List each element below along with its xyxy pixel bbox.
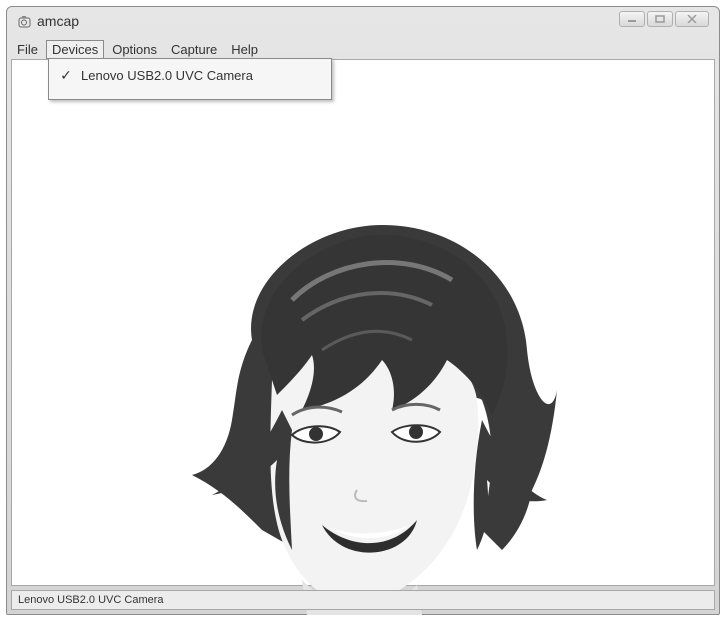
title-bar[interactable]: amcap	[7, 7, 719, 37]
devices-dropdown-menu: ✓ Lenovo USB2.0 UVC Camera	[48, 58, 332, 100]
menu-devices[interactable]: Devices	[45, 39, 105, 59]
minimize-icon[interactable]	[619, 11, 645, 27]
camera-preview-face-illustration	[192, 225, 557, 615]
menu-help[interactable]: Help	[225, 40, 264, 59]
menu-options[interactable]: Options	[106, 40, 163, 59]
menu-bar: File Devices Options Capture Help	[11, 39, 715, 59]
menu-file[interactable]: File	[11, 40, 44, 59]
status-text: Lenovo USB2.0 UVC Camera	[18, 594, 164, 606]
menu-capture[interactable]: Capture	[165, 40, 223, 59]
checkmark-icon: ✓	[60, 66, 72, 83]
maximize-icon[interactable]	[647, 11, 673, 27]
close-icon[interactable]	[675, 11, 709, 27]
camera-app-icon	[18, 16, 31, 28]
status-bar: Lenovo USB2.0 UVC Camera	[11, 590, 715, 610]
caption-buttons	[619, 11, 709, 27]
window-title: amcap	[37, 13, 80, 29]
preview-area	[11, 59, 715, 615]
device-menu-item-label: Lenovo USB2.0 UVC Camera	[81, 67, 253, 83]
device-menu-item[interactable]: ✓ Lenovo USB2.0 UVC Camera	[51, 64, 329, 86]
